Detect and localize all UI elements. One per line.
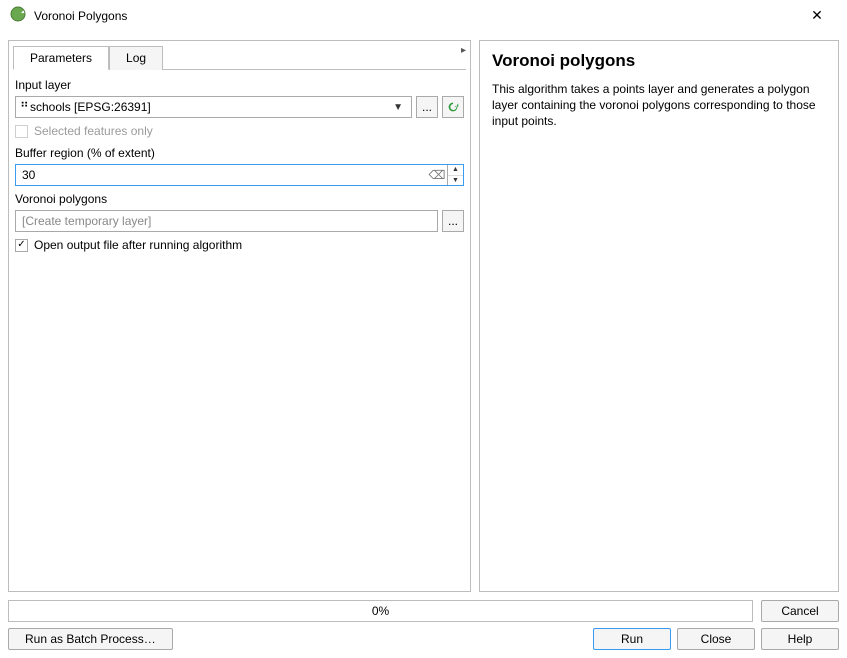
window-title: Voronoi Polygons — [34, 9, 797, 23]
titlebar: Voronoi Polygons ✕ — [0, 0, 847, 32]
tab-log[interactable]: Log — [109, 46, 163, 70]
spin-up-button[interactable]: ▲ — [448, 165, 463, 176]
close-button[interactable]: Close — [677, 628, 755, 650]
chevron-down-icon[interactable]: ▼ — [389, 102, 407, 113]
spin-buttons: ▲ ▼ — [447, 165, 463, 185]
tab-parameters[interactable]: Parameters — [13, 46, 109, 70]
help-body: This algorithm takes a points layer and … — [492, 81, 826, 130]
output-path-input[interactable]: [Create temporary layer] — [15, 210, 438, 232]
selected-features-label: Selected features only — [34, 124, 153, 138]
input-layer-value: schools [EPSG:26391] — [30, 100, 389, 114]
parameters-panel: ▸ Parameters Log Input layer ⠛ schools [… — [8, 40, 471, 592]
progress-bar: 0% — [8, 600, 753, 622]
voronoi-output-label: Voronoi polygons — [15, 192, 464, 206]
point-layer-icon: ⠛ — [20, 100, 30, 114]
run-batch-button[interactable]: Run as Batch Process… — [8, 628, 173, 650]
tab-bar: Parameters Log — [9, 41, 470, 69]
buffer-region-input[interactable] — [16, 165, 427, 185]
input-layer-combo[interactable]: ⠛ schools [EPSG:26391] ▼ — [15, 96, 412, 118]
open-output-row: Open output file after running algorithm — [15, 238, 464, 252]
run-button[interactable]: Run — [593, 628, 671, 650]
content-area: ▸ Parameters Log Input layer ⠛ schools [… — [0, 32, 847, 600]
clear-input-icon[interactable]: ⌫ — [427, 165, 447, 185]
iterate-features-button[interactable] — [442, 96, 464, 118]
output-browse-button[interactable]: ... — [442, 210, 464, 232]
app-icon — [10, 6, 26, 25]
selected-features-checkbox — [15, 125, 28, 138]
buffer-region-spinbox[interactable]: ⌫ ▲ ▼ — [15, 164, 464, 186]
dialog-window: Voronoi Polygons ✕ ▸ Parameters Log Inpu… — [0, 0, 847, 658]
footer: 0% Cancel Run as Batch Process… Run Clos… — [0, 600, 847, 658]
input-layer-browse-button[interactable]: ... — [416, 96, 438, 118]
help-panel: Voronoi polygons This algorithm takes a … — [479, 40, 839, 592]
open-output-label: Open output file after running algorithm — [34, 238, 242, 252]
spin-down-button[interactable]: ▼ — [448, 176, 463, 186]
open-output-checkbox[interactable] — [15, 239, 28, 252]
cancel-button[interactable]: Cancel — [761, 600, 839, 622]
parameters-body: Input layer ⠛ schools [EPSG:26391] ▼ ... — [13, 69, 466, 587]
input-layer-label: Input layer — [15, 78, 464, 92]
output-placeholder: [Create temporary layer] — [22, 214, 151, 228]
buffer-region-label: Buffer region (% of extent) — [15, 146, 464, 160]
progress-text: 0% — [372, 604, 389, 618]
collapse-help-arrow-icon[interactable]: ▸ — [461, 45, 466, 56]
selected-features-only-row: Selected features only — [15, 124, 464, 138]
help-title: Voronoi polygons — [492, 51, 826, 71]
close-icon[interactable]: ✕ — [797, 7, 837, 24]
help-button[interactable]: Help — [761, 628, 839, 650]
reload-icon — [446, 100, 460, 114]
